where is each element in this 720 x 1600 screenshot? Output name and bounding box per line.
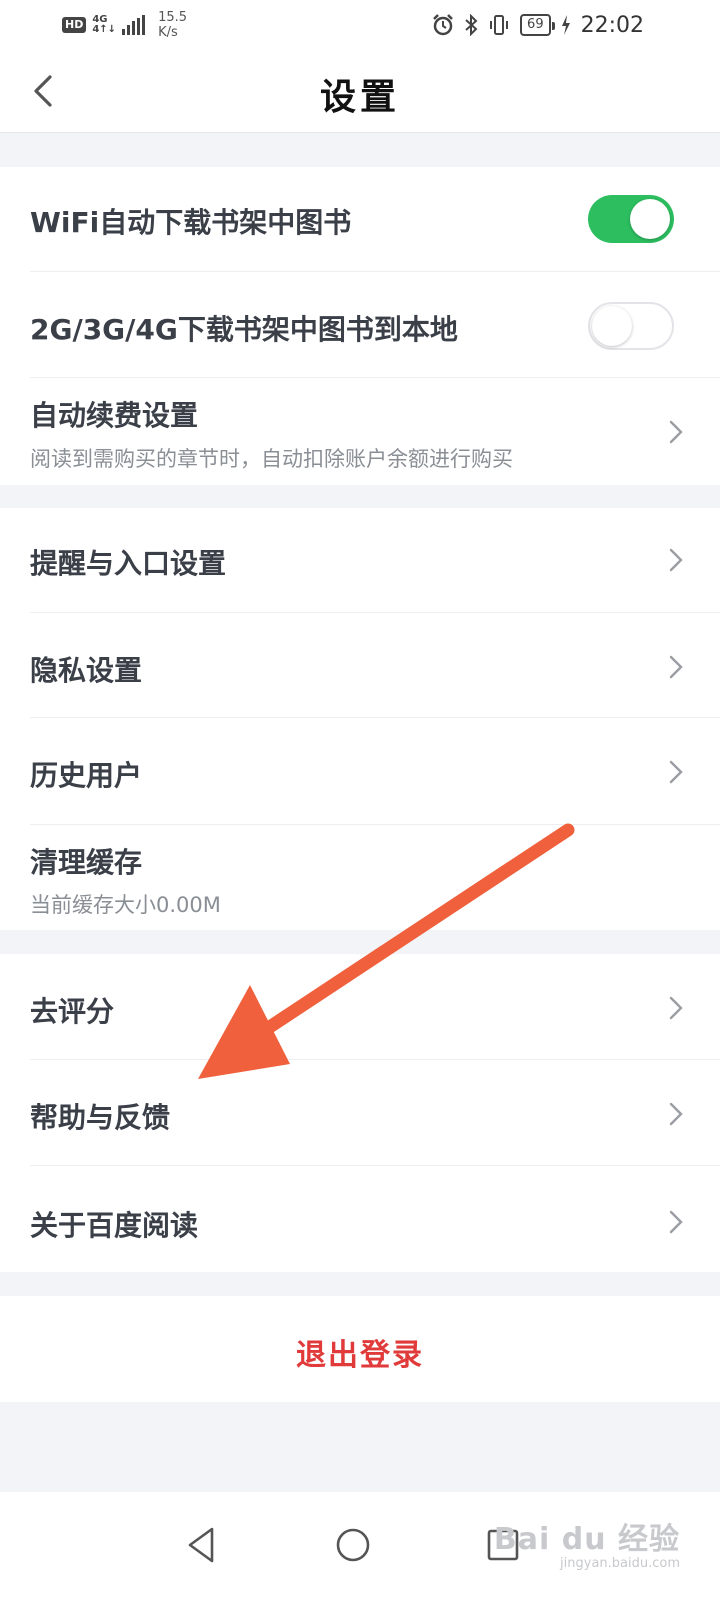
setting-row-about[interactable]: 关于百度阅读 <box>0 1166 720 1272</box>
watermark-main: Bai du 经验 <box>493 1522 680 1557</box>
chevron-right-icon <box>669 655 683 679</box>
settings-group-about: 去评分 帮助与反馈 关于百度阅读 <box>0 954 720 1272</box>
status-left: HD 4G 4↑↓ 15.5 K/s <box>62 10 187 40</box>
setting-description: 当前缓存大小0.00M <box>30 893 221 917</box>
setting-label: 隐私设置 <box>30 654 143 687</box>
setting-row-clear-cache[interactable]: 清理缓存 当前缓存大小0.00M <box>0 825 720 930</box>
setting-label: 清理缓存 <box>30 846 143 879</box>
setting-description: 阅读到需购买的章节时，自动扣除账户余额进行购买 <box>30 447 513 471</box>
setting-label: 自动续费设置 <box>30 399 199 432</box>
watermark-url: jingyan.baidu.com <box>560 1556 680 1571</box>
status-right: 69 22:02 <box>432 10 644 40</box>
home-circle-icon[interactable] <box>328 1520 378 1570</box>
setting-row-reminder[interactable]: 提醒与入口设置 <box>0 508 720 612</box>
logout-button[interactable]: 退出登录 <box>0 1296 720 1402</box>
status-bar: HD 4G 4↑↓ 15.5 K/s 69 22:02 <box>0 0 720 50</box>
setting-row-help-feedback[interactable]: 帮助与反馈 <box>0 1060 720 1165</box>
speed-unit: K/s <box>158 25 178 40</box>
toggle-knob <box>592 306 632 346</box>
chevron-right-icon <box>669 420 683 444</box>
baidu-watermark: Bai du 经验 jingyan.baidu.com <box>494 1514 680 1571</box>
setting-label: WiFi自动下载书架中图书 <box>30 206 352 239</box>
setting-label: 历史用户 <box>30 759 143 792</box>
chevron-right-icon <box>669 996 683 1020</box>
charging-icon <box>561 15 570 35</box>
app-header: 设置 <box>0 50 720 133</box>
settings-group-general: 提醒与入口设置 隐私设置 历史用户 清理缓存 当前缓存大小0.00M <box>0 508 720 930</box>
chevron-right-icon <box>669 1210 683 1234</box>
settings-group-download: WiFi自动下载书架中图书 2G/3G/4G下载书架中图书到本地 自动续费设置 … <box>0 167 720 485</box>
setting-row-rate[interactable]: 去评分 <box>0 954 720 1059</box>
network-direction: 4↑↓ <box>92 24 117 35</box>
setting-label: 2G/3G/4G下载书架中图书到本地 <box>30 313 458 346</box>
toggle-knob <box>630 199 670 239</box>
setting-label: 去评分 <box>30 995 115 1028</box>
system-nav-bar: Bai du 经验 jingyan.baidu.com <box>0 1492 720 1600</box>
chevron-right-icon <box>669 1102 683 1126</box>
page-title: 设置 <box>319 77 400 118</box>
setting-row-mobile-download[interactable]: 2G/3G/4G下载书架中图书到本地 <box>0 272 720 377</box>
logout-label: 退出登录 <box>296 1338 424 1373</box>
back-triangle-icon[interactable] <box>178 1520 228 1570</box>
wifi-download-toggle[interactable] <box>588 195 674 243</box>
alarm-icon <box>433 14 453 36</box>
setting-label: 关于百度阅读 <box>30 1209 199 1242</box>
bluetooth-icon <box>465 14 478 36</box>
clock: 22:02 <box>580 12 644 38</box>
setting-row-wifi-download[interactable]: WiFi自动下载书架中图书 <box>0 167 720 271</box>
network-indicator: 4G 4↑↓ <box>92 15 116 35</box>
setting-label: 帮助与反馈 <box>30 1101 171 1134</box>
network-speed: 15.5 K/s <box>158 10 187 40</box>
signal-icon <box>122 15 146 35</box>
chevron-right-icon <box>669 548 683 572</box>
chevron-right-icon <box>669 760 683 784</box>
speed-value: 15.5 <box>158 10 188 25</box>
setting-row-privacy[interactable]: 隐私设置 <box>0 613 720 717</box>
setting-row-auto-renew[interactable]: 自动续费设置 阅读到需购买的章节时，自动扣除账户余额进行购买 <box>0 378 720 485</box>
vibrate-icon <box>490 15 509 35</box>
hd-badge: HD <box>62 17 87 33</box>
battery-icon: 69 <box>520 14 555 36</box>
setting-label: 提醒与入口设置 <box>30 547 227 580</box>
setting-row-history-users[interactable]: 历史用户 <box>0 718 720 824</box>
mobile-download-toggle[interactable] <box>588 302 674 350</box>
